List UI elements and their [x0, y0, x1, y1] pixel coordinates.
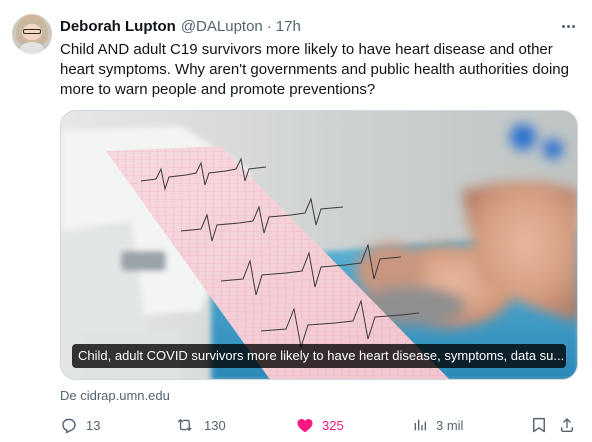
view-count: 3 mil: [436, 417, 464, 433]
link-card-image[interactable]: Child, adult COVID survivors more likely…: [60, 110, 578, 380]
tweet-text: Child AND adult C19 survivors more likel…: [60, 41, 569, 98]
more-icon[interactable]: [557, 16, 579, 36]
bookmark-icon: [533, 417, 545, 433]
reply-icon: [62, 418, 76, 434]
views-icon: [414, 419, 426, 431]
tweet-actions: 13 130 325 3 mil: [60, 414, 580, 436]
reply-button[interactable]: 13: [60, 414, 100, 436]
separator: ·: [266, 17, 272, 35]
author-name[interactable]: Deborah Lupton: [60, 18, 176, 35]
link-card-caption[interactable]: Child, adult COVID survivors more likely…: [72, 344, 566, 368]
like-button[interactable]: 325: [296, 414, 344, 436]
heart-icon: [297, 419, 313, 433]
repost-count: 130: [204, 417, 226, 433]
tweet[interactable]: Deborah Lupton @DALupton · 17h Child AND…: [0, 0, 592, 442]
share-icon: [561, 417, 573, 432]
author-handle[interactable]: @DALupton: [181, 18, 263, 35]
tweet-header: Deborah Lupton @DALupton · 17h: [60, 16, 301, 36]
like-count: 325: [322, 417, 344, 433]
repost-icon: [177, 418, 192, 432]
avatar[interactable]: [12, 14, 52, 54]
ecg-photo: [61, 111, 577, 379]
share-button[interactable]: [558, 414, 576, 436]
timestamp[interactable]: 17h: [276, 18, 301, 35]
link-source[interactable]: De cidrap.umn.edu: [60, 388, 170, 403]
views-button[interactable]: 3 mil: [412, 414, 463, 436]
reply-count: 13: [86, 417, 101, 433]
repost-button[interactable]: 130: [176, 414, 226, 436]
bookmark-button[interactable]: [530, 414, 548, 436]
